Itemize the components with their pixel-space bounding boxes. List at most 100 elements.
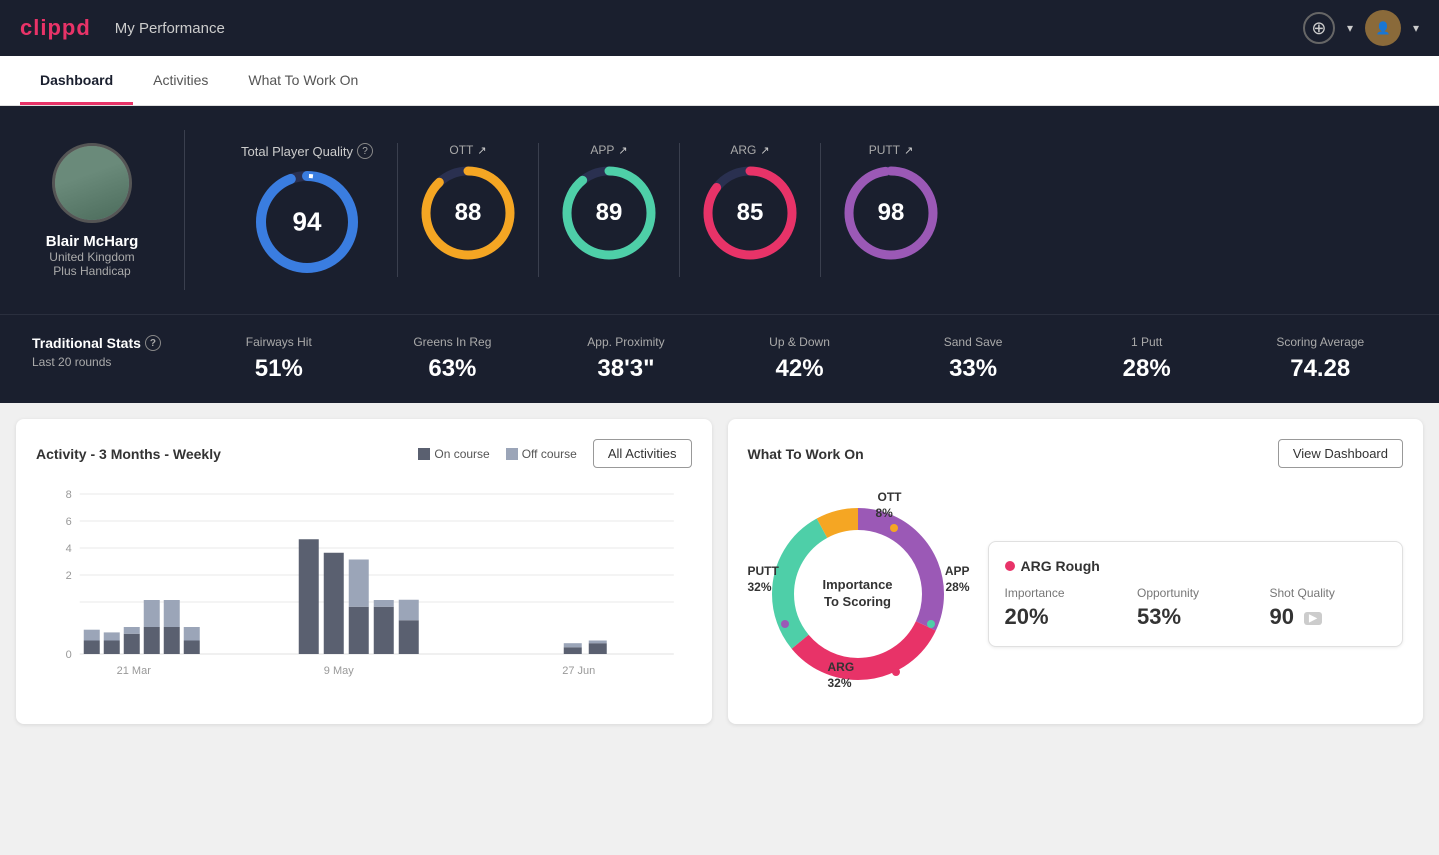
donut-area: OTT 8% APP 28% ARG 32% PUTT 32% Importan…	[748, 484, 968, 704]
hero-divider	[184, 130, 185, 290]
svg-text:2: 2	[66, 570, 72, 582]
stat-up-and-down: Up & Down 42%	[713, 335, 887, 383]
player-country: United Kingdom	[49, 250, 134, 264]
arg-label: ARG ↗	[730, 143, 769, 157]
tpq-ring: 94	[252, 167, 362, 277]
putt-label-donut: PUTT	[748, 564, 779, 578]
stats-label-group: Traditional Stats ? Last 20 rounds	[32, 335, 192, 369]
svg-text:21 Mar: 21 Mar	[117, 665, 152, 677]
tab-what-to-work-on[interactable]: What To Work On	[228, 56, 378, 105]
ott-label: OTT ↗	[449, 143, 486, 157]
stat-fairways-hit: Fairways Hit 51%	[192, 335, 366, 383]
stat-scoring-average: Scoring Average 74.28	[1233, 335, 1407, 383]
stat-sand-save: Sand Save 33%	[886, 335, 1060, 383]
activity-header: Activity - 3 Months - Weekly On course O…	[36, 439, 692, 468]
ott-trend: ↗	[477, 144, 486, 157]
stat-1-putt: 1 Putt 28%	[1060, 335, 1234, 383]
app-value-donut: 28%	[945, 580, 969, 594]
arg-value: 85	[737, 199, 764, 227]
nav-title: My Performance	[115, 20, 225, 37]
score-putt: PUTT ↗ 98	[820, 143, 961, 277]
tpq-help[interactable]: ?	[357, 143, 373, 159]
tpq-value: 94	[293, 207, 322, 238]
app-label: APP ↗	[590, 143, 627, 157]
wtwo-header: What To Work On View Dashboard	[748, 439, 1404, 468]
nav-right: ⊕ ▾ 👤 ▾	[1303, 10, 1419, 46]
svg-text:8: 8	[66, 489, 72, 501]
player-name: Blair McHarg	[46, 233, 139, 250]
info-dot	[1005, 561, 1015, 571]
player-info: Blair McHarg United Kingdom Plus Handica…	[32, 143, 152, 278]
app-ring: 89	[559, 163, 659, 263]
putt-trend: ↗	[904, 144, 913, 157]
player-handicap: Plus Handicap	[53, 264, 130, 278]
tab-dashboard[interactable]: Dashboard	[20, 56, 133, 105]
stat-app-proximity: App. Proximity 38'3"	[539, 335, 713, 383]
stats-subtitle: Last 20 rounds	[32, 355, 192, 369]
putt-label: PUTT ↗	[869, 143, 914, 157]
svg-text:9 May: 9 May	[324, 665, 354, 677]
info-metric-opportunity: Opportunity 53%	[1137, 586, 1254, 630]
chart-svg: 8 6 4 2 0	[36, 484, 692, 704]
stats-title: Traditional Stats ?	[32, 335, 192, 351]
tpq-section: Total Player Quality ? 94	[217, 143, 397, 277]
svg-text:6: 6	[66, 516, 72, 528]
wtwo-card: What To Work On View Dashboard	[728, 419, 1424, 724]
app-trend: ↗	[618, 144, 627, 157]
logo: clippd	[20, 15, 91, 41]
chart-area: 8 6 4 2 0	[36, 484, 692, 704]
avatar-chevron[interactable]: ▾	[1413, 21, 1419, 35]
arg-ring: 85	[700, 163, 800, 263]
legend: On course Off course	[418, 447, 577, 461]
tab-activities[interactable]: Activities	[133, 56, 228, 105]
score-app: APP ↗ 89	[538, 143, 679, 277]
stats-help[interactable]: ?	[145, 335, 161, 351]
hero-section: Blair McHarg United Kingdom Plus Handica…	[0, 106, 1439, 314]
wtwo-title: What To Work On	[748, 446, 864, 462]
tabs: Dashboard Activities What To Work On	[0, 56, 1439, 106]
avatar-image	[55, 143, 129, 223]
svg-text:4: 4	[66, 543, 72, 555]
putt-value: 98	[878, 199, 905, 227]
wtwo-content: OTT 8% APP 28% ARG 32% PUTT 32% Importan…	[748, 484, 1404, 704]
top-nav: clippd My Performance ⊕ ▾ 👤 ▾	[0, 0, 1439, 56]
add-chevron[interactable]: ▾	[1347, 21, 1353, 35]
svg-text:27 Jun: 27 Jun	[562, 665, 595, 677]
app-label-donut: APP	[945, 564, 970, 578]
tpq-label: Total Player Quality ?	[241, 143, 373, 159]
activity-controls: On course Off course All Activities	[418, 439, 691, 468]
score-ott: OTT ↗ 88	[397, 143, 538, 277]
on-course-dot	[418, 448, 430, 460]
arg-trend: ↗	[760, 144, 769, 157]
arg-value-donut: 32%	[828, 676, 852, 690]
app-value: 89	[596, 199, 623, 227]
donut-center-text: ImportanceTo Scoring	[822, 577, 892, 611]
info-metrics: Importance 20% Opportunity 53% Shot Qual…	[1005, 586, 1387, 630]
info-metric-shot-quality: Shot Quality 90 ▶	[1270, 586, 1387, 630]
ott-label-donut: OTT	[878, 490, 902, 504]
putt-ring: 98	[841, 163, 941, 263]
putt-value-donut: 32%	[748, 580, 772, 594]
ott-value: 88	[455, 199, 482, 227]
ott-value-donut: 8%	[876, 506, 893, 520]
stat-greens-in-reg: Greens In Reg 63%	[366, 335, 540, 383]
legend-on-course: On course	[418, 447, 489, 461]
nav-left: clippd My Performance	[20, 15, 225, 41]
info-metric-importance: Importance 20%	[1005, 586, 1122, 630]
avatar[interactable]: 👤	[1365, 10, 1401, 46]
off-course-dot	[506, 448, 518, 460]
legend-off-course: Off course	[506, 447, 577, 461]
scores-area: Total Player Quality ? 94 OTT ↗	[217, 143, 1407, 277]
arg-label-donut: ARG	[828, 660, 855, 674]
all-activities-button[interactable]: All Activities	[593, 439, 692, 468]
info-card: ARG Rough Importance 20% Opportunity 53%…	[988, 541, 1404, 647]
activity-title: Activity - 3 Months - Weekly	[36, 446, 221, 462]
score-arg: ARG ↗ 85	[679, 143, 820, 277]
svg-text:0: 0	[66, 649, 72, 661]
player-avatar	[52, 143, 132, 223]
view-dashboard-button[interactable]: View Dashboard	[1278, 439, 1403, 468]
bottom-section: Activity - 3 Months - Weekly On course O…	[0, 403, 1439, 740]
info-card-title: ARG Rough	[1005, 558, 1387, 574]
activity-card: Activity - 3 Months - Weekly On course O…	[16, 419, 712, 724]
add-button[interactable]: ⊕	[1303, 12, 1335, 44]
